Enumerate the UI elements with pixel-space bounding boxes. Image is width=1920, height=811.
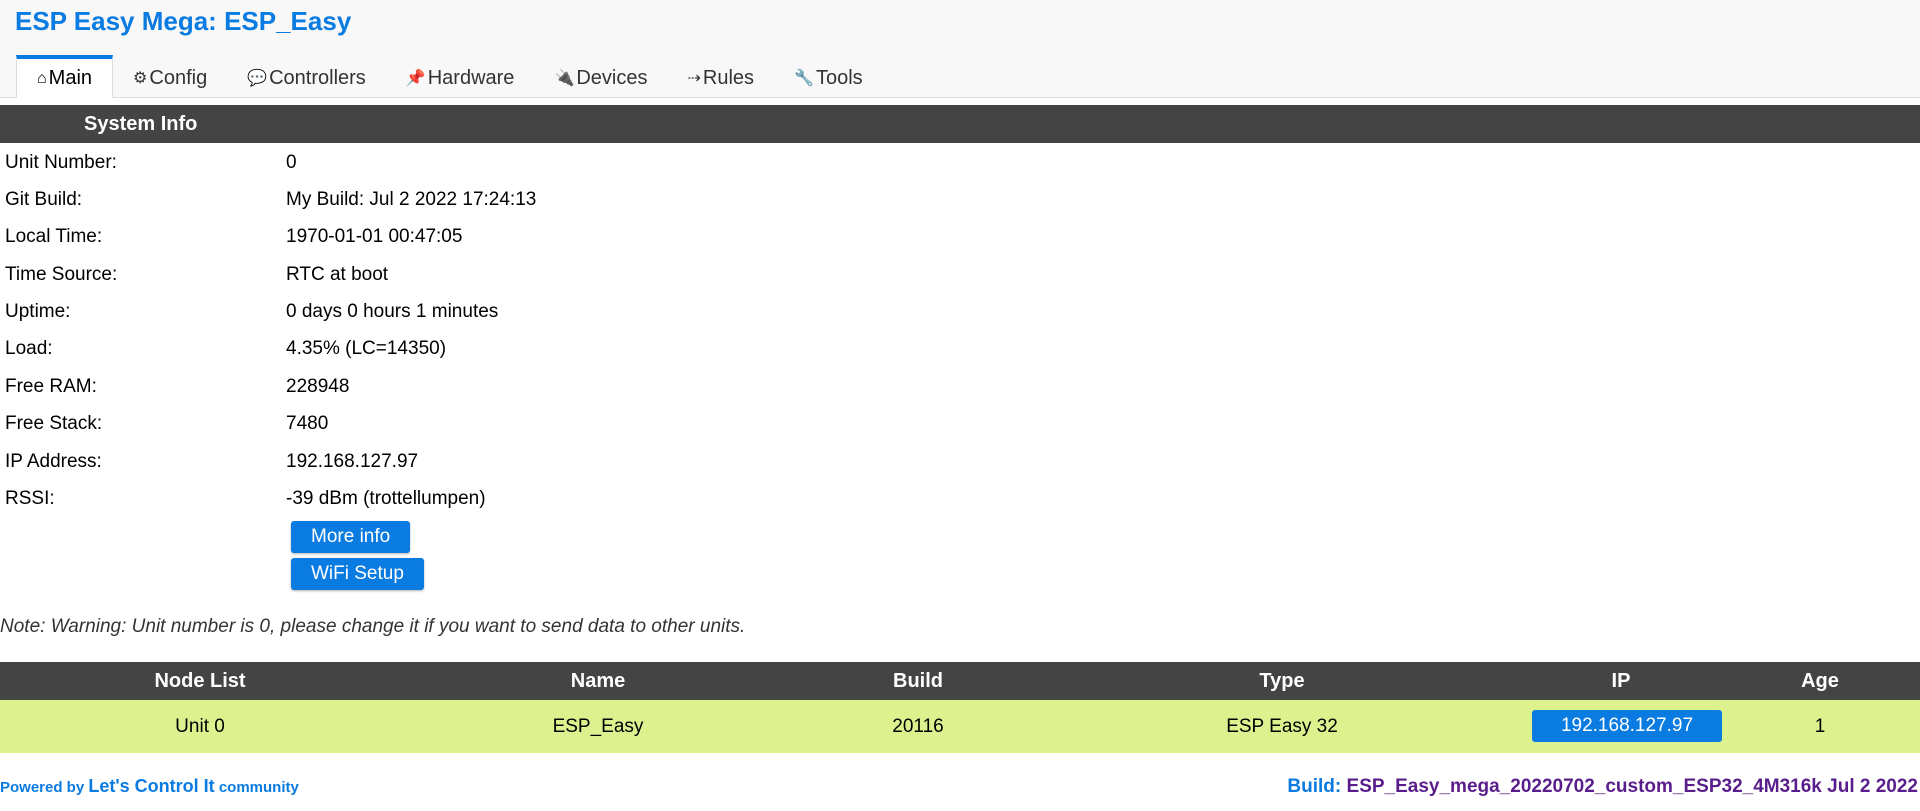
build-footer: Build: ESP_Easy_mega_20220702_custom_ESP… (1287, 776, 1918, 798)
info-value: 228948 (286, 376, 350, 397)
speech-bubble-icon: 💬 (247, 70, 268, 87)
info-label: Free Stack: (5, 413, 103, 434)
tab-label: Devices (576, 66, 648, 89)
community-link[interactable]: Let's Control It (88, 776, 214, 796)
info-label: RSSI: (5, 488, 55, 509)
column-header-type: Type (1259, 670, 1305, 692)
plug-icon: 🔌 (554, 70, 575, 87)
info-value: 7480 (286, 413, 329, 434)
info-label: Local Time: (5, 226, 103, 247)
section-title: System Info (84, 113, 198, 135)
info-value: 0 (286, 152, 297, 173)
tab-config[interactable]: ⚙ Config (113, 59, 227, 97)
tab-tools[interactable]: 🔧 Tools (774, 59, 883, 97)
more-info-button[interactable]: More info (291, 521, 411, 553)
tab-hardware[interactable]: 📌 Hardware (386, 59, 535, 97)
powered-by-text: Powered by (0, 779, 85, 796)
info-label: Load: (5, 338, 53, 359)
node-unit-cell: Unit 0 (175, 716, 225, 737)
tab-label: Main (48, 67, 93, 89)
tab-label: Tools (815, 66, 863, 89)
column-header-ip: IP (1611, 670, 1631, 692)
build-label: Build: (1287, 776, 1342, 797)
tab-main[interactable]: ⌂ Main (16, 55, 114, 98)
info-label: Uptime: (5, 301, 71, 322)
info-label: Git Build: (5, 189, 83, 210)
powered-by-footer: Powered by Let's Control It community (0, 776, 299, 797)
node-name-cell: ESP_Easy (552, 716, 644, 737)
build-value: ESP_Easy_mega_20220702_custom_ESP32_4M31… (1346, 776, 1918, 797)
tab-label: Controllers (269, 66, 366, 89)
info-value: 192.168.127.97 (286, 451, 419, 472)
node-type-cell: ESP Easy 32 (1226, 716, 1338, 737)
info-value: 1970-01-01 00:47:05 (286, 226, 463, 247)
tab-label: Rules (702, 66, 755, 89)
node-ip-button[interactable]: 192.168.127.97 (1532, 710, 1722, 742)
info-label: IP Address: (5, 451, 102, 472)
info-label: Unit Number: (5, 152, 117, 173)
tab-devices[interactable]: 🔌 Devices (534, 59, 667, 97)
node-age-cell: 1 (1814, 716, 1826, 737)
info-value: RTC at boot (286, 264, 389, 285)
community-suffix: community (218, 779, 299, 796)
info-label: Time Source: (5, 264, 118, 285)
wrench-icon: 🔧 (794, 70, 814, 87)
info-value: 4.35% (LC=14350) (286, 338, 447, 359)
main-tabs: ⌂ Main ⚙ Config 💬 Controllers 📌 Hardware… (16, 54, 883, 98)
warning-note: Note: Warning: Unit number is 0, please … (0, 616, 746, 637)
info-value: 0 days 0 hours 1 minutes (286, 301, 499, 322)
table-row: Unit 0 ESP_Easy 20116 ESP Easy 32 192.16… (0, 700, 1920, 753)
node-list-header: Node List Name Build Type IP Age (0, 662, 1920, 700)
tab-label: Config (149, 66, 208, 89)
info-label: Free RAM: (5, 376, 97, 397)
pushpin-icon: 📌 (405, 70, 426, 87)
column-header-name: Name (570, 670, 626, 692)
wifi-setup-button[interactable]: WiFi Setup (291, 558, 424, 590)
tab-rules[interactable]: ⇢ Rules (668, 59, 775, 97)
info-value: My Build: Jul 2 2022 17:24:13 (286, 189, 537, 210)
gear-icon: ⚙ (133, 70, 148, 87)
tab-label: Hardware (427, 66, 515, 89)
page-header: ESP Easy Mega: ESP_Easy ⌂ Main ⚙ Config … (0, 0, 1920, 98)
tab-controllers[interactable]: 💬 Controllers (227, 59, 386, 97)
system-info-header: System Info (0, 105, 1920, 143)
home-icon: ⌂ (37, 69, 47, 87)
info-value: -39 dBm (trottellumpen) (286, 488, 486, 509)
arrow-icon: ⇢ (687, 70, 701, 87)
node-build-cell: 20116 (892, 716, 944, 737)
column-header-build: Build (893, 670, 943, 692)
column-header-age: Age (1801, 670, 1839, 692)
column-header-node-list: Node List (154, 670, 246, 692)
app-title[interactable]: ESP Easy Mega: ESP_Easy (15, 6, 351, 37)
